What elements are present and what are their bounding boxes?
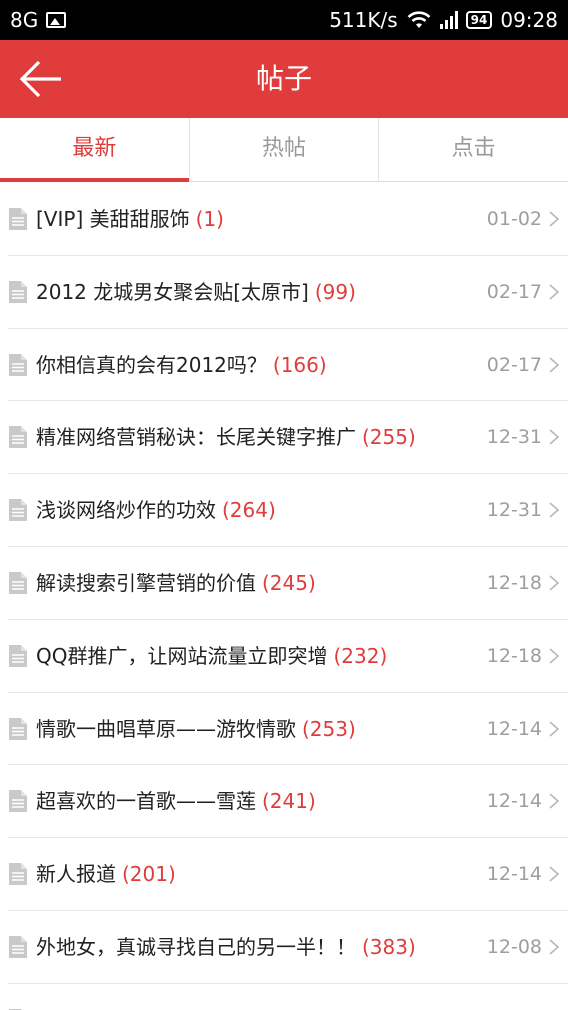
post-title-line: 超喜欢的一首歌——雪莲 (241) — [36, 765, 316, 837]
document-icon — [9, 208, 27, 230]
chevron-right-icon — [549, 575, 560, 591]
post-title-line: 2012 龙城男女聚会贴[太原市] (99) — [36, 256, 356, 328]
post-title-line: 解读搜索引擎营销的价值 (245) — [36, 547, 316, 619]
post-date: 12-14 — [486, 790, 542, 813]
chevron-right-icon — [549, 502, 560, 518]
reply-count: (1) — [195, 207, 224, 231]
chevron-right-icon — [549, 211, 560, 227]
tab-latest[interactable]: 最新 — [0, 118, 190, 182]
list-item[interactable]: QQ群推广，让网站流量立即突增 (232) 12-18 — [8, 620, 568, 693]
reply-count: (241) — [262, 789, 316, 814]
document-icon — [9, 644, 27, 667]
document-icon — [9, 426, 27, 449]
post-date: 12-14 — [486, 717, 542, 740]
network-speed: 511K/s — [329, 8, 398, 32]
post-title-line: [VIP] 美甜甜服饰 (1) — [36, 183, 224, 255]
document-icon — [9, 790, 27, 813]
post-title: 精准网络营销秘诀：长尾关键字推广 — [36, 425, 356, 450]
list-item[interactable]: 外地女，真诚寻找自己的另一半！！ (383) 12-08 — [8, 911, 568, 984]
post-list: [VIP] 美甜甜服饰 (1) 01-02 2012 龙城男女聚会贴[太原市] (99)… — [0, 183, 568, 1010]
list-item[interactable]: 超喜欢的一首歌——雪莲 (241) 12-14 — [8, 765, 568, 839]
list-item[interactable] — [8, 984, 568, 1010]
post-title-line: 精准网络营销秘诀：长尾关键字推广 (255) — [36, 401, 416, 473]
chevron-right-icon — [549, 866, 560, 882]
post-date: 01-02 — [486, 208, 542, 230]
post-date: 02-17 — [486, 280, 542, 303]
wifi-icon — [407, 11, 431, 28]
clock: 09:28 — [500, 8, 558, 32]
tab-clicks[interactable]: 点击 — [379, 118, 568, 181]
document-icon — [9, 935, 27, 958]
reply-count: (383) — [362, 934, 416, 959]
reply-count: (201) — [122, 862, 176, 887]
document-icon — [9, 280, 27, 303]
chevron-right-icon — [549, 356, 560, 373]
post-date: 12-08 — [486, 935, 542, 958]
post-title: 浅谈网络炒作的功效 — [36, 498, 216, 523]
document-icon — [9, 571, 27, 594]
list-item[interactable]: [VIP] 美甜甜服饰 (1) 01-02 — [8, 183, 568, 256]
chevron-right-icon — [549, 939, 560, 955]
reply-count: (253) — [302, 716, 356, 741]
post-title: 新人报道 — [36, 862, 116, 887]
tab-bar: 最新 热帖 点击 — [0, 118, 568, 182]
list-item[interactable]: 新人报道 (201) 12-14 — [8, 838, 568, 911]
list-item[interactable]: 你相信真的会有2012吗？ (166) 02-17 — [8, 329, 568, 402]
list-item[interactable]: 浅谈网络炒作的功效 (264) 12-31 — [8, 474, 568, 547]
list-item[interactable]: 2012 龙城男女聚会贴[太原市] (99) 02-17 — [8, 256, 568, 329]
chevron-right-icon — [549, 284, 560, 300]
document-icon — [9, 863, 27, 886]
reply-count: (245) — [262, 570, 316, 595]
status-bar: 8G 511K/s 94 09:28 — [0, 0, 568, 40]
list-item[interactable]: 情歌一曲唱草原——游牧情歌 (253) 12-14 — [8, 693, 568, 766]
chevron-right-icon — [549, 793, 560, 809]
post-title: 超喜欢的一首歌——雪莲 — [36, 789, 256, 814]
arrow-left-icon — [19, 60, 61, 98]
post-title: [VIP] 美甜甜服饰 — [36, 207, 190, 231]
post-date: 12-18 — [486, 644, 542, 667]
post-title-line: 外地女，真诚寻找自己的另一半！！ (383) — [36, 911, 416, 983]
post-date: 12-31 — [486, 426, 542, 449]
reply-count: (99) — [314, 279, 356, 304]
page-title: 帖子 — [255, 62, 312, 95]
post-title-line: 你相信真的会有2012吗？ (166) — [36, 329, 327, 401]
back-button[interactable] — [18, 56, 74, 102]
post-title-line: 情歌一曲唱草原——游牧情歌 (253) — [36, 693, 356, 765]
post-title-line: 新人报道 (201) — [36, 838, 176, 910]
chevron-right-icon — [549, 720, 560, 737]
list-item[interactable]: 解读搜索引擎营销的价值 (245) 12-18 — [8, 547, 568, 620]
chevron-right-icon — [549, 429, 560, 445]
list-item[interactable]: 精准网络营销秘诀：长尾关键字推广 (255) 12-31 — [8, 401, 568, 475]
battery-icon: 94 — [465, 11, 493, 29]
post-title-line: QQ群推广，让网站流量立即突增 (232) — [36, 620, 387, 692]
post-title: 外地女，真诚寻找自己的另一半！！ — [36, 934, 356, 959]
app-header: 帖子 — [0, 40, 568, 118]
image-notification-icon — [46, 12, 67, 28]
document-icon — [9, 499, 27, 522]
post-date: 02-17 — [486, 353, 542, 376]
network-type: 8G — [10, 8, 39, 32]
document-icon — [9, 353, 27, 376]
post-title: 解读搜索引擎营销的价值 — [36, 570, 256, 595]
reply-count: (166) — [272, 352, 327, 377]
post-title: 情歌一曲唱草原——游牧情歌 — [36, 716, 296, 741]
post-title: 2012 龙城男女聚会贴[太原市] — [36, 279, 309, 304]
post-date: 12-31 — [486, 499, 542, 522]
chevron-right-icon — [549, 648, 560, 664]
reply-count: (264) — [222, 498, 276, 523]
post-date: 12-14 — [486, 863, 542, 886]
post-title: QQ群推广，让网站流量立即突增 — [36, 643, 328, 668]
signal-icon — [439, 11, 458, 29]
reply-count: (232) — [333, 643, 388, 668]
post-title-line — [36, 984, 42, 1010]
post-date: 12-18 — [486, 571, 542, 594]
reply-count: (255) — [362, 425, 416, 450]
tab-hot[interactable]: 热帖 — [190, 118, 380, 181]
document-icon — [9, 717, 27, 740]
post-title-line: 浅谈网络炒作的功效 (264) — [36, 474, 276, 546]
post-title: 你相信真的会有2012吗？ — [36, 352, 267, 377]
